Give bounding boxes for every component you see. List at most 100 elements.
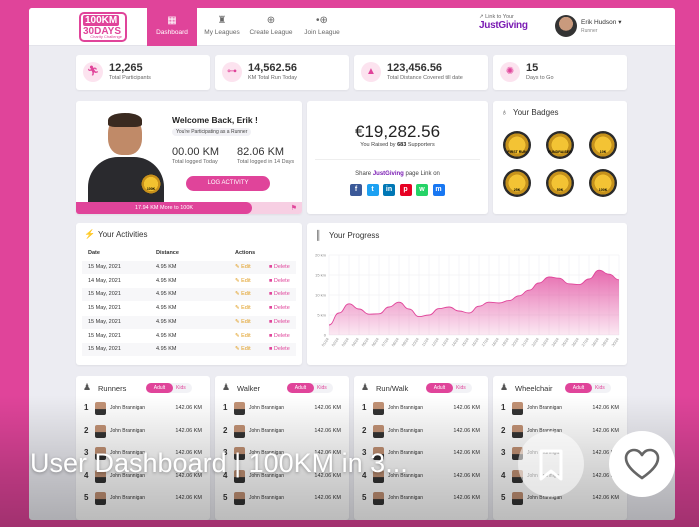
stat-value: 123,456.56 xyxy=(387,62,443,74)
badge-icon: 25K xyxy=(503,169,531,197)
delete-label: Delete xyxy=(273,332,290,339)
road-icon: ⊶ xyxy=(222,62,242,82)
leaderboard-title: Wheelchair xyxy=(515,384,553,393)
delete-label: Delete xyxy=(273,264,290,270)
adult-tab[interactable]: Adult xyxy=(146,383,173,393)
justgiving-link[interactable]: ↗ Link to Your JustGiving xyxy=(479,14,549,31)
user-menu[interactable]: Erik Hudson ▾ Runner xyxy=(555,15,635,39)
edit-button[interactable]: ✎ Edit xyxy=(235,261,251,274)
runners-icon: ♟ xyxy=(83,382,92,392)
adult-kids-toggle[interactable]: Adult Kids xyxy=(287,383,333,393)
edit-button[interactable]: ✎ Edit xyxy=(235,288,251,301)
stat-label: Days to Go xyxy=(526,75,554,81)
adult-kids-toggle[interactable]: Adult Kids xyxy=(146,383,192,393)
nav-my-leagues[interactable]: ♜ My Leagues xyxy=(197,8,247,46)
medal-outline-icon: ♁ xyxy=(501,107,508,117)
edit-label: Edit xyxy=(241,264,251,270)
adult-kids-toggle[interactable]: Adult Kids xyxy=(565,383,611,393)
kids-tab[interactable]: Kids xyxy=(595,383,605,393)
edit-label: Edit xyxy=(241,346,251,353)
kids-tab[interactable]: Kids xyxy=(456,383,466,393)
linkedin-icon[interactable]: in xyxy=(383,184,395,196)
user-name: Erik Hudson ▾ xyxy=(581,18,621,26)
badge-label: 10K xyxy=(599,150,607,154)
raised-suffix: Supporters xyxy=(407,142,435,148)
edit-button[interactable]: ✎ Edit xyxy=(235,330,251,343)
col-actions: Actions xyxy=(235,250,256,256)
adult-kids-toggle[interactable]: Adult Kids xyxy=(426,383,472,393)
whatsapp-icon[interactable]: w xyxy=(416,184,428,196)
edit-button[interactable]: ✎ Edit xyxy=(235,302,251,315)
edit-label: Edit xyxy=(241,305,251,312)
adult-tab[interactable]: Adult xyxy=(565,383,592,393)
edit-button[interactable]: ✎ Edit xyxy=(235,316,251,329)
x-tick-label: 08/24 xyxy=(391,337,400,347)
user-photo: 100K xyxy=(86,111,166,203)
activity-date: 14 May, 2021 xyxy=(88,277,121,284)
justgiving-brand: JustGiving xyxy=(479,20,528,31)
plus-icon: ⊕ xyxy=(266,15,276,26)
delete-button[interactable]: ■ Delete xyxy=(269,302,290,315)
stat-label: Total Participants xyxy=(109,75,151,81)
join-icon: •⊕ xyxy=(316,15,328,26)
delete-button[interactable]: ■ Delete xyxy=(269,275,290,288)
divider xyxy=(315,159,480,160)
total-km-label: Total logged in 14 Days xyxy=(237,159,295,165)
delete-button[interactable]: ■ Delete xyxy=(269,288,290,301)
edit-button[interactable]: ✎ Edit xyxy=(235,275,251,288)
messenger-icon[interactable]: m xyxy=(432,184,445,196)
edit-button[interactable]: ✎ Edit xyxy=(235,343,251,356)
delete-button[interactable]: ■ Delete xyxy=(269,343,290,356)
log-activity-button[interactable]: LOG ACTIVITY xyxy=(186,176,270,191)
kids-tab[interactable]: Kids xyxy=(176,383,186,393)
x-tick-label: 10/24 xyxy=(411,337,420,347)
like-button[interactable] xyxy=(609,431,675,497)
nav-create-league-label: Create League xyxy=(249,29,293,36)
x-tick-label: 14/24 xyxy=(451,337,460,347)
facebook-icon[interactable]: f xyxy=(350,184,362,196)
leaderboard-title: Run/Walk xyxy=(376,384,409,393)
video-caption: User Dashboard | 100KM in 3... xyxy=(30,448,408,478)
bookmark-icon xyxy=(539,449,563,481)
kids-tab[interactable]: Kids xyxy=(317,383,327,393)
stat-value: 14,562.56 xyxy=(248,62,297,74)
stat-label: KM Total Run Today xyxy=(248,75,298,81)
x-tick-label: 16/24 xyxy=(471,337,480,347)
stat-card-participants: 🏃︎ 12,265 Total Participants xyxy=(76,55,210,90)
bookmark-button[interactable] xyxy=(518,431,584,497)
nav-create-league[interactable]: ⊕ Create League xyxy=(245,8,297,46)
activity-distance: 4.95 KM xyxy=(156,346,177,353)
grid-icon: ▦ xyxy=(167,15,177,26)
y-tick-label: 15 km xyxy=(315,273,327,278)
delete-button[interactable]: ■ Delete xyxy=(269,330,290,343)
app-logo[interactable]: 100KM 30DAYS Charity Challenge xyxy=(79,12,127,42)
adult-tab[interactable]: Adult xyxy=(287,383,314,393)
adult-tab[interactable]: Adult xyxy=(426,383,453,393)
nav-dashboard[interactable]: ▦ Dashboard xyxy=(147,8,197,46)
distance-progress-bar: 17.94 KM More to 100K ⚑ xyxy=(76,202,302,214)
table-row: 15 May, 2021 4.95 KM ✎ Edit ■ Delete xyxy=(82,329,296,343)
nav-join-league[interactable]: •⊕ Join League xyxy=(297,8,347,46)
twitter-icon[interactable]: t xyxy=(366,184,379,196)
nav-my-leagues-label: My Leagues xyxy=(204,29,240,36)
x-tick-label: 26/24 xyxy=(571,337,580,347)
x-tick-label: 22/24 xyxy=(531,337,540,347)
share-text: Share JustGiving page Link on xyxy=(307,171,488,177)
pinterest-icon[interactable]: p xyxy=(399,184,412,196)
activity-date: 15 May, 2021 xyxy=(88,332,121,339)
supporter-count: 683 xyxy=(397,142,407,148)
activity-date: 15 May, 2021 xyxy=(88,305,121,312)
x-tick-label: 02/24 xyxy=(331,337,340,347)
mountain-icon: ▲ xyxy=(361,62,381,82)
table-row: 15 May, 2021 4.95 KM ✎ Edit ■ Delete xyxy=(82,261,296,274)
x-tick-label: 21/24 xyxy=(521,337,530,347)
activities-title: Your Activities xyxy=(98,230,148,239)
x-tick-label: 29/24 xyxy=(601,337,610,347)
delete-button[interactable]: ■ Delete xyxy=(269,261,290,274)
area-fill xyxy=(329,270,619,335)
edit-label: Edit xyxy=(241,291,251,298)
photo-hair xyxy=(108,113,142,127)
x-tick-label: 11/24 xyxy=(421,337,430,347)
delete-button[interactable]: ■ Delete xyxy=(269,316,290,329)
x-tick-label: 13/24 xyxy=(441,337,450,347)
